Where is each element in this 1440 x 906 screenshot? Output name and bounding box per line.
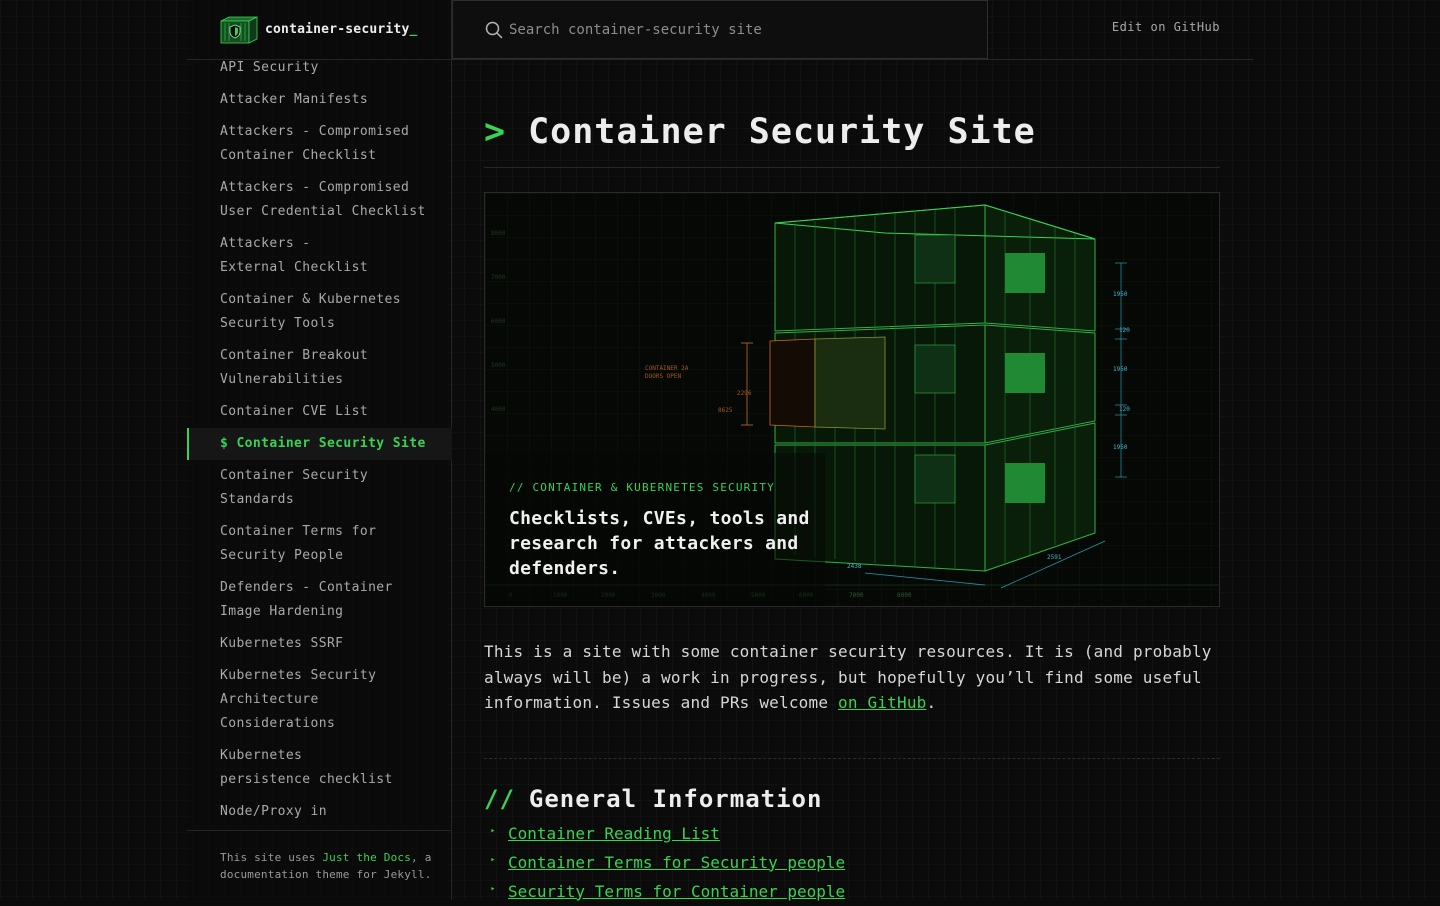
just-the-docs-link[interactable]: Just the Docs bbox=[322, 851, 411, 864]
page-frame: container-security_ API Security Attacke… bbox=[187, 0, 1253, 901]
dim-label: 120 bbox=[1119, 406, 1130, 413]
sidebar-item-architecture-considerations[interactable]: Kubernetes Security Architecture Conside… bbox=[187, 664, 452, 736]
sidebar-item-kubernetes-ssrf[interactable]: Kubernetes SSRF bbox=[187, 632, 452, 656]
section-slashes: // bbox=[484, 784, 515, 813]
footer-text: This site uses bbox=[220, 851, 323, 864]
sidebar-item-cve-list[interactable]: Container CVE List bbox=[187, 400, 452, 424]
dim-label: 1950 bbox=[1113, 444, 1128, 451]
sidebar-item-security-standards[interactable]: Container Security Standards bbox=[187, 464, 452, 512]
sidebar-item-terms-for-security-people[interactable]: Container Terms for Security People bbox=[187, 520, 452, 568]
prompt-glyph: > bbox=[484, 112, 507, 152]
list-item: ‣ Security Terms for Container people bbox=[484, 877, 1220, 906]
reading-list-link[interactable]: Container Reading List bbox=[508, 824, 720, 843]
section-title: // General Information bbox=[484, 785, 1220, 813]
sidebar-item-breakout-vulnerabilities[interactable]: Container Breakout Vulnerabilities bbox=[187, 344, 452, 392]
sidebar-item-security-tools[interactable]: Container & Kubernetes Security Tools bbox=[187, 288, 452, 336]
dim-label: 120 bbox=[1119, 327, 1130, 334]
y-tick-8000: 8000 bbox=[491, 230, 506, 237]
container-logo-icon bbox=[220, 15, 258, 44]
security-terms-link[interactable]: Security Terms for Container people bbox=[508, 882, 845, 901]
sidebar-footer: This site uses Just the Docs, a document… bbox=[187, 830, 452, 900]
dim-label: 2296 bbox=[737, 390, 752, 397]
dim-label: 1950 bbox=[1113, 291, 1128, 298]
list-item: ‣ Container Reading List bbox=[484, 819, 1220, 848]
door-label-2: DOORS OPEN bbox=[645, 373, 682, 380]
hero-text: // CONTAINER & KUBERNETES SECURITY Check… bbox=[509, 481, 829, 581]
search-box[interactable] bbox=[452, 0, 988, 59]
y-tick-4000: 4000 bbox=[491, 406, 506, 413]
page-title-text: Container Security Site bbox=[528, 112, 1036, 152]
intro-paragraph: This is a site with some container secur… bbox=[484, 639, 1220, 759]
sidebar-item-container-security-site[interactable]: $ Container Security Site bbox=[187, 428, 452, 460]
dim-label: 8625 bbox=[718, 407, 733, 414]
bullet-icon: ‣ bbox=[490, 855, 496, 866]
sidebar-nav: API Security Attacker Manifests Attacker… bbox=[187, 56, 452, 830]
y-tick-7000: 7000 bbox=[491, 274, 506, 281]
door-label: CONTAINER 2A bbox=[645, 365, 689, 372]
section-title-text: General Information bbox=[528, 784, 823, 813]
github-link[interactable]: on GitHub bbox=[838, 693, 927, 712]
general-info-list: ‣ Container Reading List ‣ Container Terms… bbox=[484, 819, 1220, 906]
site-header[interactable]: container-security_ bbox=[187, 0, 452, 60]
sidebar-item-compromised-container-checklist[interactable]: Attackers - Compromised Container Checkl… bbox=[187, 120, 452, 168]
search-icon bbox=[485, 21, 503, 38]
edit-on-github-link[interactable]: Edit on GitHub bbox=[1112, 20, 1220, 34]
terms-for-security-link[interactable]: Container Terms for Security people bbox=[508, 853, 845, 872]
sidebar-item-attacker-manifests[interactable]: Attacker Manifests bbox=[187, 88, 452, 112]
list-item: ‣ Container Terms for Security people bbox=[484, 848, 1220, 877]
page-title: > Container Security Site bbox=[484, 112, 1220, 168]
dim-label: 2591 bbox=[1047, 554, 1062, 561]
hero-kicker: // CONTAINER & KUBERNETES SECURITY bbox=[509, 481, 775, 494]
dim-label: 2438 bbox=[847, 563, 862, 570]
hero-banner: 8000 7000 6000 5000 4000 0 1000 2000 300… bbox=[484, 192, 1220, 607]
search-input[interactable] bbox=[509, 21, 949, 38]
site-title[interactable]: container-security_ bbox=[265, 22, 418, 37]
bullet-icon: ‣ bbox=[490, 826, 496, 837]
dim-label: 1950 bbox=[1113, 366, 1128, 373]
sidebar-item-persistence-checklist[interactable]: Kubernetes persistence checklist bbox=[187, 744, 452, 792]
sidebar: container-security_ API Security Attacke… bbox=[187, 0, 452, 900]
x-tick-8000: 8000 bbox=[897, 592, 912, 599]
intro-end: . bbox=[926, 693, 937, 712]
top-bar: Edit on GitHub bbox=[452, 0, 1253, 60]
bullet-icon: ‣ bbox=[490, 884, 496, 895]
main-content: > Container Security Site 8000 7000 6000… bbox=[484, 60, 1220, 906]
hero-headline: Checklists, CVEs, tools and research for… bbox=[509, 508, 810, 579]
sidebar-item-node-proxy[interactable]: Node/Proxy in bbox=[187, 800, 452, 824]
sidebar-item-external-checklist[interactable]: Attackers - External Checklist bbox=[187, 232, 452, 280]
y-tick-5000: 5000 bbox=[491, 362, 506, 369]
sidebar-item-image-hardening[interactable]: Defenders - Container Image Hardening bbox=[187, 576, 452, 624]
y-tick-6000: 6000 bbox=[491, 318, 506, 325]
sidebar-item-api-security[interactable]: API Security bbox=[187, 56, 452, 80]
sidebar-item-compromised-user-credential-checklist[interactable]: Attackers - Compromised User Credential … bbox=[187, 176, 452, 224]
x-tick-7000: 7000 bbox=[849, 592, 864, 599]
